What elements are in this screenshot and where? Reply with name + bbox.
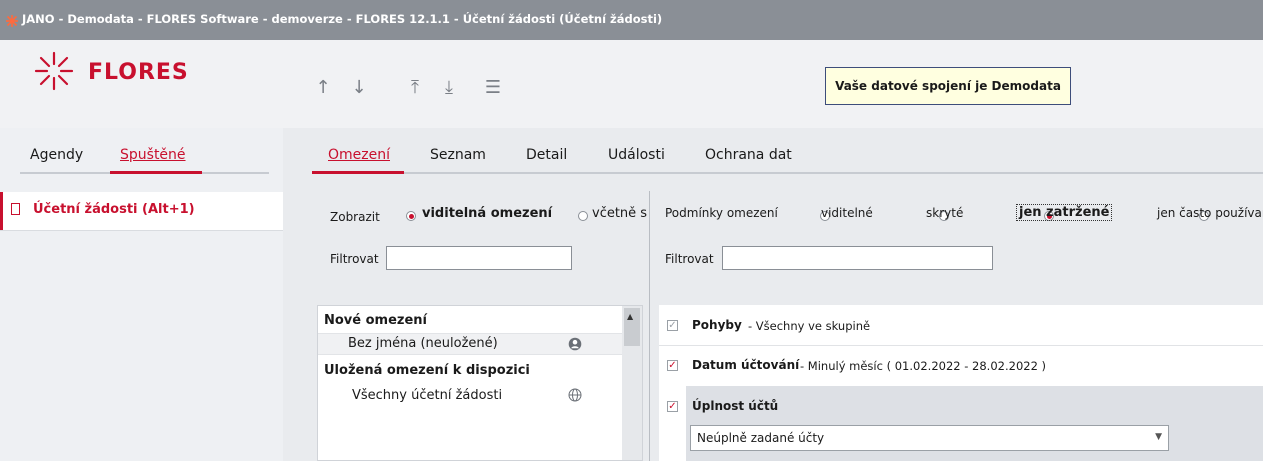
group-saved-restrictions: Uložená omezení k dispozici (324, 363, 530, 378)
tab-ochrana-dat[interactable]: Ochrana dat (705, 147, 792, 163)
restrictions-list (317, 305, 643, 461)
running-item-ucetni-zadosti[interactable]: Účetní žádosti (Alt+1) (0, 192, 283, 230)
condition-datum-desc: - Minulý měsíc ( 01.02.2022 - 28.02.2022… (800, 359, 1047, 373)
user-icon (568, 337, 582, 351)
panel-splitter[interactable] (649, 191, 650, 461)
tab-omezeni[interactable]: Omezení (328, 147, 390, 163)
radio-frequent-label: jen často používan (1157, 206, 1263, 220)
tab-udalosti[interactable]: Události (608, 147, 665, 163)
document-icon (11, 203, 20, 215)
connection-info: Vaše datové spojení je Demodata (825, 67, 1071, 105)
app-header (0, 40, 1263, 128)
left-tab-active-indicator (110, 171, 202, 174)
radio-visible-restrictions[interactable] (406, 211, 416, 221)
condition-pohyby-desc: - Všechny ve skupině (748, 319, 871, 333)
left-panel (0, 128, 283, 461)
radio-only-checked-label: jen zatržené (1016, 204, 1113, 221)
menu-button[interactable]: ☰ (480, 76, 506, 100)
running-item-label: Účetní žádosti (Alt+1) (33, 202, 195, 217)
group-new-restriction: Nové omezení (324, 313, 428, 328)
main-tabs-divider (312, 172, 1263, 174)
left-filter-input[interactable] (386, 246, 572, 270)
window-titlebar: JANO - Demodata - FLORES Software - demo… (0, 0, 1263, 40)
list-scrollbar[interactable]: ▲ (622, 306, 642, 460)
radio-visible-label: viditelné (821, 206, 873, 220)
condition-pohyby-name: Pohyby (692, 318, 742, 332)
scroll-up-arrow-icon[interactable]: ▲ (627, 312, 633, 321)
divider (659, 345, 1263, 346)
globe-icon (568, 388, 582, 402)
main-tab-active-indicator (312, 171, 404, 174)
radio-including-clip: včetně s (578, 202, 648, 226)
condition-gutter (659, 386, 686, 461)
select-value: Neúplně zadané účty (697, 431, 825, 445)
checkbox-pohyby[interactable]: ✓ (667, 320, 678, 331)
list-item-label: Všechny účetní žádosti (352, 388, 503, 403)
radio-hidden-label: skryté (926, 206, 964, 220)
right-filter-input[interactable] (722, 246, 993, 270)
checkbox-uplnost-uctu[interactable]: ✓ (667, 401, 678, 412)
move-down-button[interactable]: ↓ (346, 76, 372, 100)
condition-datum-name: Datum účtování (692, 358, 800, 372)
checkbox-datum-uctovani[interactable]: ✓ (667, 360, 678, 371)
list-item-all-requests[interactable]: Všechny účetní žádosti (318, 386, 622, 406)
right-filter-label: Filtrovat (665, 252, 714, 266)
condition-uplnost-name: Úplnost účtů (692, 399, 779, 413)
tab-seznam[interactable]: Seznam (430, 147, 486, 163)
conditions-label: Podmínky omezení (665, 206, 778, 220)
show-label: Zobrazit (330, 210, 380, 224)
flores-logo-icon (34, 51, 74, 91)
window-title: JANO - Demodata - FLORES Software - demo… (22, 12, 663, 26)
move-bottom-button[interactable]: ⤓ (436, 76, 462, 100)
chevron-down-icon: ▼ (1155, 432, 1162, 442)
list-item-unsaved[interactable]: Bez jména (neuložené) (318, 333, 622, 355)
radio-including[interactable] (578, 211, 588, 221)
radio-including-label: včetně s (592, 206, 648, 221)
tab-detail[interactable]: Detail (526, 147, 567, 163)
divider (0, 230, 283, 231)
tab-agendy[interactable]: Agendy (30, 147, 83, 163)
list-item-label: Bez jména (neuložené) (348, 336, 498, 351)
uplnost-uctu-select[interactable]: Neúplně zadané účty ▼ (690, 425, 1169, 451)
app-logo-icon (6, 15, 18, 27)
tab-spustene[interactable]: Spuštěné (120, 147, 186, 163)
left-filter-label: Filtrovat (330, 252, 379, 266)
brand-name: FLORES (88, 60, 189, 85)
radio-visible-restrictions-label: viditelná omezení (422, 206, 553, 221)
move-top-button[interactable]: ⤒ (402, 76, 428, 100)
move-up-button[interactable]: ↑ (310, 76, 336, 100)
